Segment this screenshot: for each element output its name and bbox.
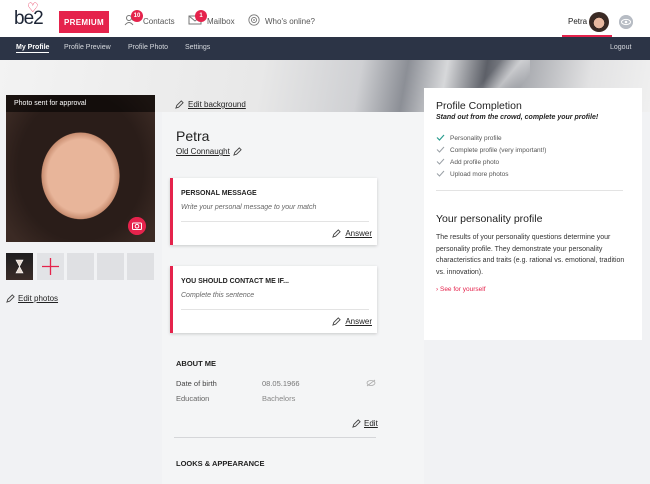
tab-settings[interactable]: Settings — [185, 44, 210, 51]
hidden-eye-icon[interactable] — [366, 379, 376, 387]
see-for-yourself-link[interactable]: › See for yourself — [436, 286, 486, 293]
completion-item[interactable]: Upload more photos — [450, 171, 509, 178]
edit-background-link[interactable]: Edit background — [188, 100, 246, 109]
eye-icon[interactable] — [619, 15, 633, 29]
pencil-icon — [6, 294, 15, 303]
contacts-link[interactable]: Contacts — [143, 17, 175, 26]
camera-icon[interactable] — [128, 217, 146, 235]
answer-link[interactable]: Answer — [345, 317, 372, 326]
profile-completion-title: Profile Completion — [436, 100, 522, 112]
premium-button[interactable]: PREMIUM — [59, 11, 109, 33]
personality-profile-title: Your personality profile — [436, 213, 543, 225]
divider — [181, 221, 369, 222]
mailbox-link[interactable]: Mailbox — [207, 17, 235, 26]
pencil-icon — [352, 419, 361, 428]
mailbox-badge: 1 — [195, 10, 207, 22]
card-title: PERSONAL MESSAGE — [181, 190, 257, 197]
tab-profile-preview[interactable]: Profile Preview — [64, 44, 111, 51]
card-placeholder[interactable]: Write your personal message to your matc… — [181, 204, 316, 211]
add-photo-button[interactable] — [37, 253, 64, 280]
looks-appearance-title: LOOKS & APPEARANCE — [176, 459, 265, 468]
divider — [181, 309, 369, 310]
contacts-badge: 10 — [131, 10, 143, 22]
completion-item[interactable]: Personality profile — [450, 135, 502, 142]
divider — [436, 190, 623, 191]
online-radar-icon[interactable] — [247, 14, 261, 26]
pencil-icon[interactable] — [233, 147, 242, 156]
be2-logo[interactable]: be2 ♡ — [14, 0, 44, 30]
dob-label: Date of birth — [176, 379, 217, 388]
user-name[interactable]: Petra — [568, 17, 587, 26]
education-value: Bachelors — [262, 394, 296, 403]
photo-status-banner: Photo sent for approval — [6, 95, 155, 112]
check-icon — [436, 170, 445, 177]
logout-link[interactable]: Logout — [610, 44, 631, 51]
education-label: Education — [176, 394, 210, 403]
pencil-icon — [332, 229, 341, 238]
profile-name: Petra — [176, 128, 210, 144]
plus-icon — [42, 258, 59, 275]
about-me-title: ABOUT ME — [176, 359, 216, 368]
divider — [174, 437, 376, 438]
contact-me-if-card: YOU SHOULD CONTACT ME IF... Complete thi… — [170, 266, 377, 333]
empty-photo-slot[interactable] — [97, 253, 124, 280]
completion-item[interactable]: Complete profile (very important!) — [450, 147, 546, 154]
empty-photo-slot[interactable] — [127, 253, 154, 280]
pencil-icon — [332, 317, 341, 326]
whos-online-link[interactable]: Who's online? — [265, 17, 315, 26]
heart-icon: ♡ — [27, 0, 39, 15]
edit-photos-link[interactable]: Edit photos — [18, 294, 58, 303]
completion-item[interactable]: Add profile photo — [450, 159, 499, 166]
profile-completion-subtitle: Stand out from the crowd, complete your … — [436, 114, 599, 121]
card-placeholder[interactable]: Complete this sentence — [181, 292, 254, 299]
dob-value: 08.05.1966 — [262, 379, 300, 388]
personal-message-card: PERSONAL MESSAGE Write your personal mes… — [170, 178, 377, 245]
avatar[interactable] — [589, 12, 609, 32]
personality-profile-description: The results of your personality question… — [436, 234, 625, 276]
tab-profile-photo[interactable]: Profile Photo — [128, 44, 168, 51]
photo-thumbnail[interactable] — [6, 253, 33, 280]
hourglass-icon — [15, 259, 24, 274]
profile-city[interactable]: Old Connaught — [176, 147, 230, 156]
check-icon — [436, 134, 445, 141]
scroll-fade — [170, 474, 380, 484]
check-icon — [436, 146, 445, 153]
edit-about-link[interactable]: Edit — [364, 419, 378, 428]
page-background — [424, 340, 650, 484]
pencil-icon — [175, 100, 184, 109]
empty-photo-slot[interactable] — [67, 253, 94, 280]
tab-my-profile[interactable]: My Profile — [16, 44, 50, 53]
answer-link[interactable]: Answer — [345, 229, 372, 238]
link-label: See for yourself — [439, 286, 486, 293]
check-icon — [436, 158, 445, 165]
card-title: YOU SHOULD CONTACT ME IF... — [181, 278, 289, 285]
